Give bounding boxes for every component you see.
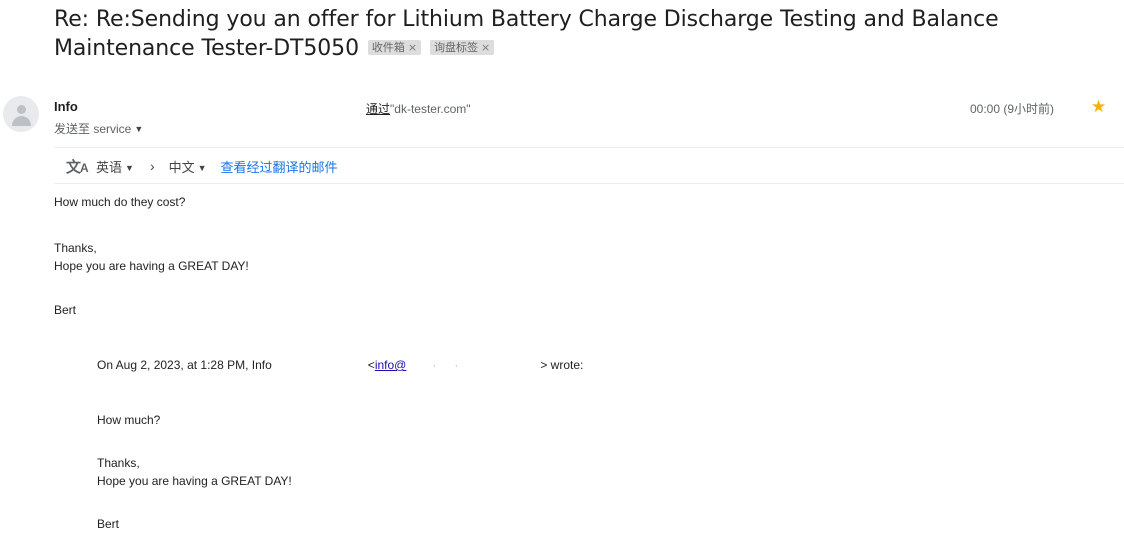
body-line: How much do they cost? <box>54 195 186 209</box>
label-text: 询盘标签 <box>434 41 479 54</box>
quoted-greeting: Hope you are having a GREAT DAY! <box>97 474 292 488</box>
translate-icon: 文A <box>66 158 89 176</box>
avatar-head-shape <box>17 105 26 114</box>
email-time: 00:00 (9小时前) <box>970 102 1055 116</box>
target-language-dropdown[interactable]: 中文 ▼ <box>169 157 207 176</box>
arrow-right-icon: › <box>149 158 155 174</box>
quoted-signature: Bert <box>97 517 120 531</box>
quoted-email-link[interactable]: info@ <box>375 358 407 372</box>
redacted-dot: · <box>432 358 437 372</box>
quoted-line: How much? <box>97 413 161 427</box>
divider <box>54 183 1124 184</box>
avatar[interactable] <box>3 96 39 132</box>
subject-text: Re: Re:Sending you an offer for Lithium … <box>54 7 999 61</box>
quoted-header-prefix: On Aug 2, 2023, at 1:28 PM, Info <box>97 358 272 372</box>
source-language-label: 英语 <box>96 159 123 175</box>
via-domain-text: "dk-tester.com" <box>390 102 471 116</box>
label-chip-inbox[interactable]: 收件箱 × <box>367 40 422 55</box>
email-subject: Re: Re:Sending you an offer for Lithium … <box>54 5 1114 63</box>
quoted-email-open: < <box>367 358 375 372</box>
recipient-details-toggle[interactable]: 发送至 service ▼ <box>54 120 143 137</box>
view-translated-link[interactable]: 查看经过翻译的邮件 <box>221 157 338 176</box>
remove-label-icon[interactable]: × <box>481 41 490 54</box>
quoted-header-suffix: > wrote: <box>540 358 584 372</box>
quoted-header: On Aug 2, 2023, at 1:28 PM, Info <info@ · ·… <box>97 356 583 374</box>
via-link[interactable]: 通过 <box>366 102 390 116</box>
chevron-down-icon: ▼ <box>134 124 144 134</box>
avatar-shoulders-shape <box>12 116 31 126</box>
body-signature: Bert <box>54 303 77 317</box>
redacted-dot: · <box>454 358 459 372</box>
body-greeting: Hope you are having a GREAT DAY! <box>54 259 249 273</box>
divider <box>54 147 1124 148</box>
chevron-down-icon: ▼ <box>197 162 207 173</box>
target-language-label: 中文 <box>168 159 195 175</box>
body-thanks: Thanks, <box>54 241 97 255</box>
label-text: 收件箱 <box>371 41 405 54</box>
via-domain: 通过"dk-tester.com" <box>366 100 471 117</box>
star-icon[interactable]: ★ <box>1091 97 1106 117</box>
label-chip-inquiry[interactable]: 询盘标签 × <box>430 40 495 55</box>
chevron-down-icon: ▼ <box>125 162 134 173</box>
quoted-thanks: Thanks, <box>97 456 140 470</box>
remove-label-icon[interactable]: × <box>408 41 417 54</box>
sent-to-text: 发送至 service <box>54 122 132 136</box>
sender-name[interactable]: Info <box>54 99 78 114</box>
source-language-dropdown[interactable]: 英语 ▼ <box>96 157 134 176</box>
translate-bar: 文A 英语 ▼ › 中文 ▼ 查看经过翻译的邮件 <box>66 155 338 177</box>
